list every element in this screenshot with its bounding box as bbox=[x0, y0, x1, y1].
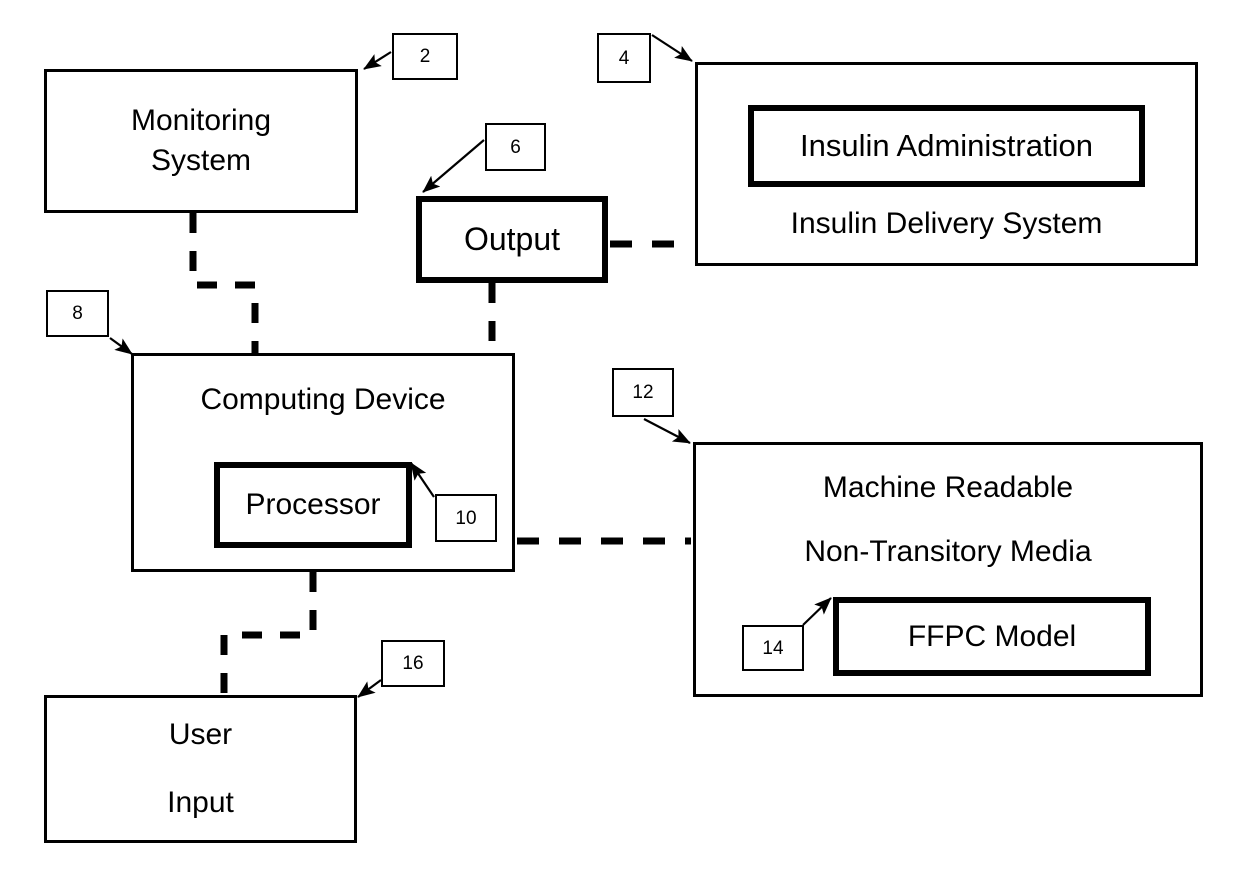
leader-arrow-16 bbox=[357, 679, 382, 698]
machine-readable-media-label-line-2: Non-Transitory Media bbox=[804, 534, 1092, 568]
leader-arrow-12 bbox=[643, 418, 691, 444]
reference-numeral-2-value: 2 bbox=[419, 46, 431, 67]
block-insulin-administration[interactable]: Insulin Administration bbox=[748, 105, 1145, 187]
computing-device-label: Computing Device bbox=[200, 383, 446, 416]
block-processor[interactable]: Processor bbox=[214, 462, 412, 548]
monitoring-system-label-line-1: Monitoring bbox=[130, 104, 272, 138]
user-input-label-line-1: User bbox=[168, 718, 233, 752]
reference-numeral-16: 16 bbox=[381, 640, 445, 687]
reference-numeral-4: 4 bbox=[597, 33, 651, 83]
ffpc-model-label: FFPC Model bbox=[907, 619, 1077, 653]
connector-computing-to-user-input bbox=[220, 572, 317, 695]
connector-monitoring-to-computing bbox=[189, 213, 259, 353]
block-output[interactable]: Output bbox=[416, 196, 608, 283]
block-insulin-delivery-system[interactable]: Insulin Administration Insulin Delivery … bbox=[695, 62, 1198, 266]
leader-arrow-2 bbox=[363, 51, 392, 70]
figure-canvas: Monitoring System Insulin Administration… bbox=[0, 0, 1240, 878]
leader-arrow-4 bbox=[651, 34, 693, 62]
reference-numeral-2: 2 bbox=[392, 33, 458, 80]
machine-readable-media-label-line-1: Machine Readable bbox=[822, 471, 1074, 504]
insulin-administration-label: Insulin Administration bbox=[800, 127, 1093, 163]
leader-arrow-8 bbox=[109, 337, 133, 355]
reference-numeral-4-value: 4 bbox=[618, 47, 630, 69]
block-ffpc-model[interactable]: FFPC Model bbox=[833, 597, 1151, 676]
reference-numeral-12-value: 12 bbox=[632, 382, 654, 403]
monitoring-system-label-line-2: System bbox=[150, 144, 252, 177]
reference-numeral-8: 8 bbox=[46, 290, 109, 337]
block-monitoring-system[interactable]: Monitoring System bbox=[44, 69, 358, 213]
reference-numeral-6: 6 bbox=[485, 123, 546, 171]
reference-numeral-14-value: 14 bbox=[762, 637, 784, 659]
reference-numeral-6-value: 6 bbox=[510, 136, 521, 158]
reference-numeral-10-value: 10 bbox=[455, 507, 477, 529]
insulin-delivery-system-label: Insulin Delivery System bbox=[790, 207, 1103, 240]
output-label: Output bbox=[463, 221, 561, 258]
leader-arrow-6 bbox=[422, 139, 485, 193]
reference-numeral-12: 12 bbox=[612, 368, 674, 417]
block-user-input[interactable]: User Input bbox=[44, 695, 357, 843]
user-input-label-line-2: Input bbox=[167, 786, 234, 819]
reference-numeral-8-value: 8 bbox=[72, 303, 83, 324]
reference-numeral-14: 14 bbox=[742, 625, 804, 671]
processor-label: Processor bbox=[245, 488, 381, 522]
reference-numeral-16-value: 16 bbox=[402, 653, 424, 674]
reference-numeral-10: 10 bbox=[435, 494, 497, 542]
